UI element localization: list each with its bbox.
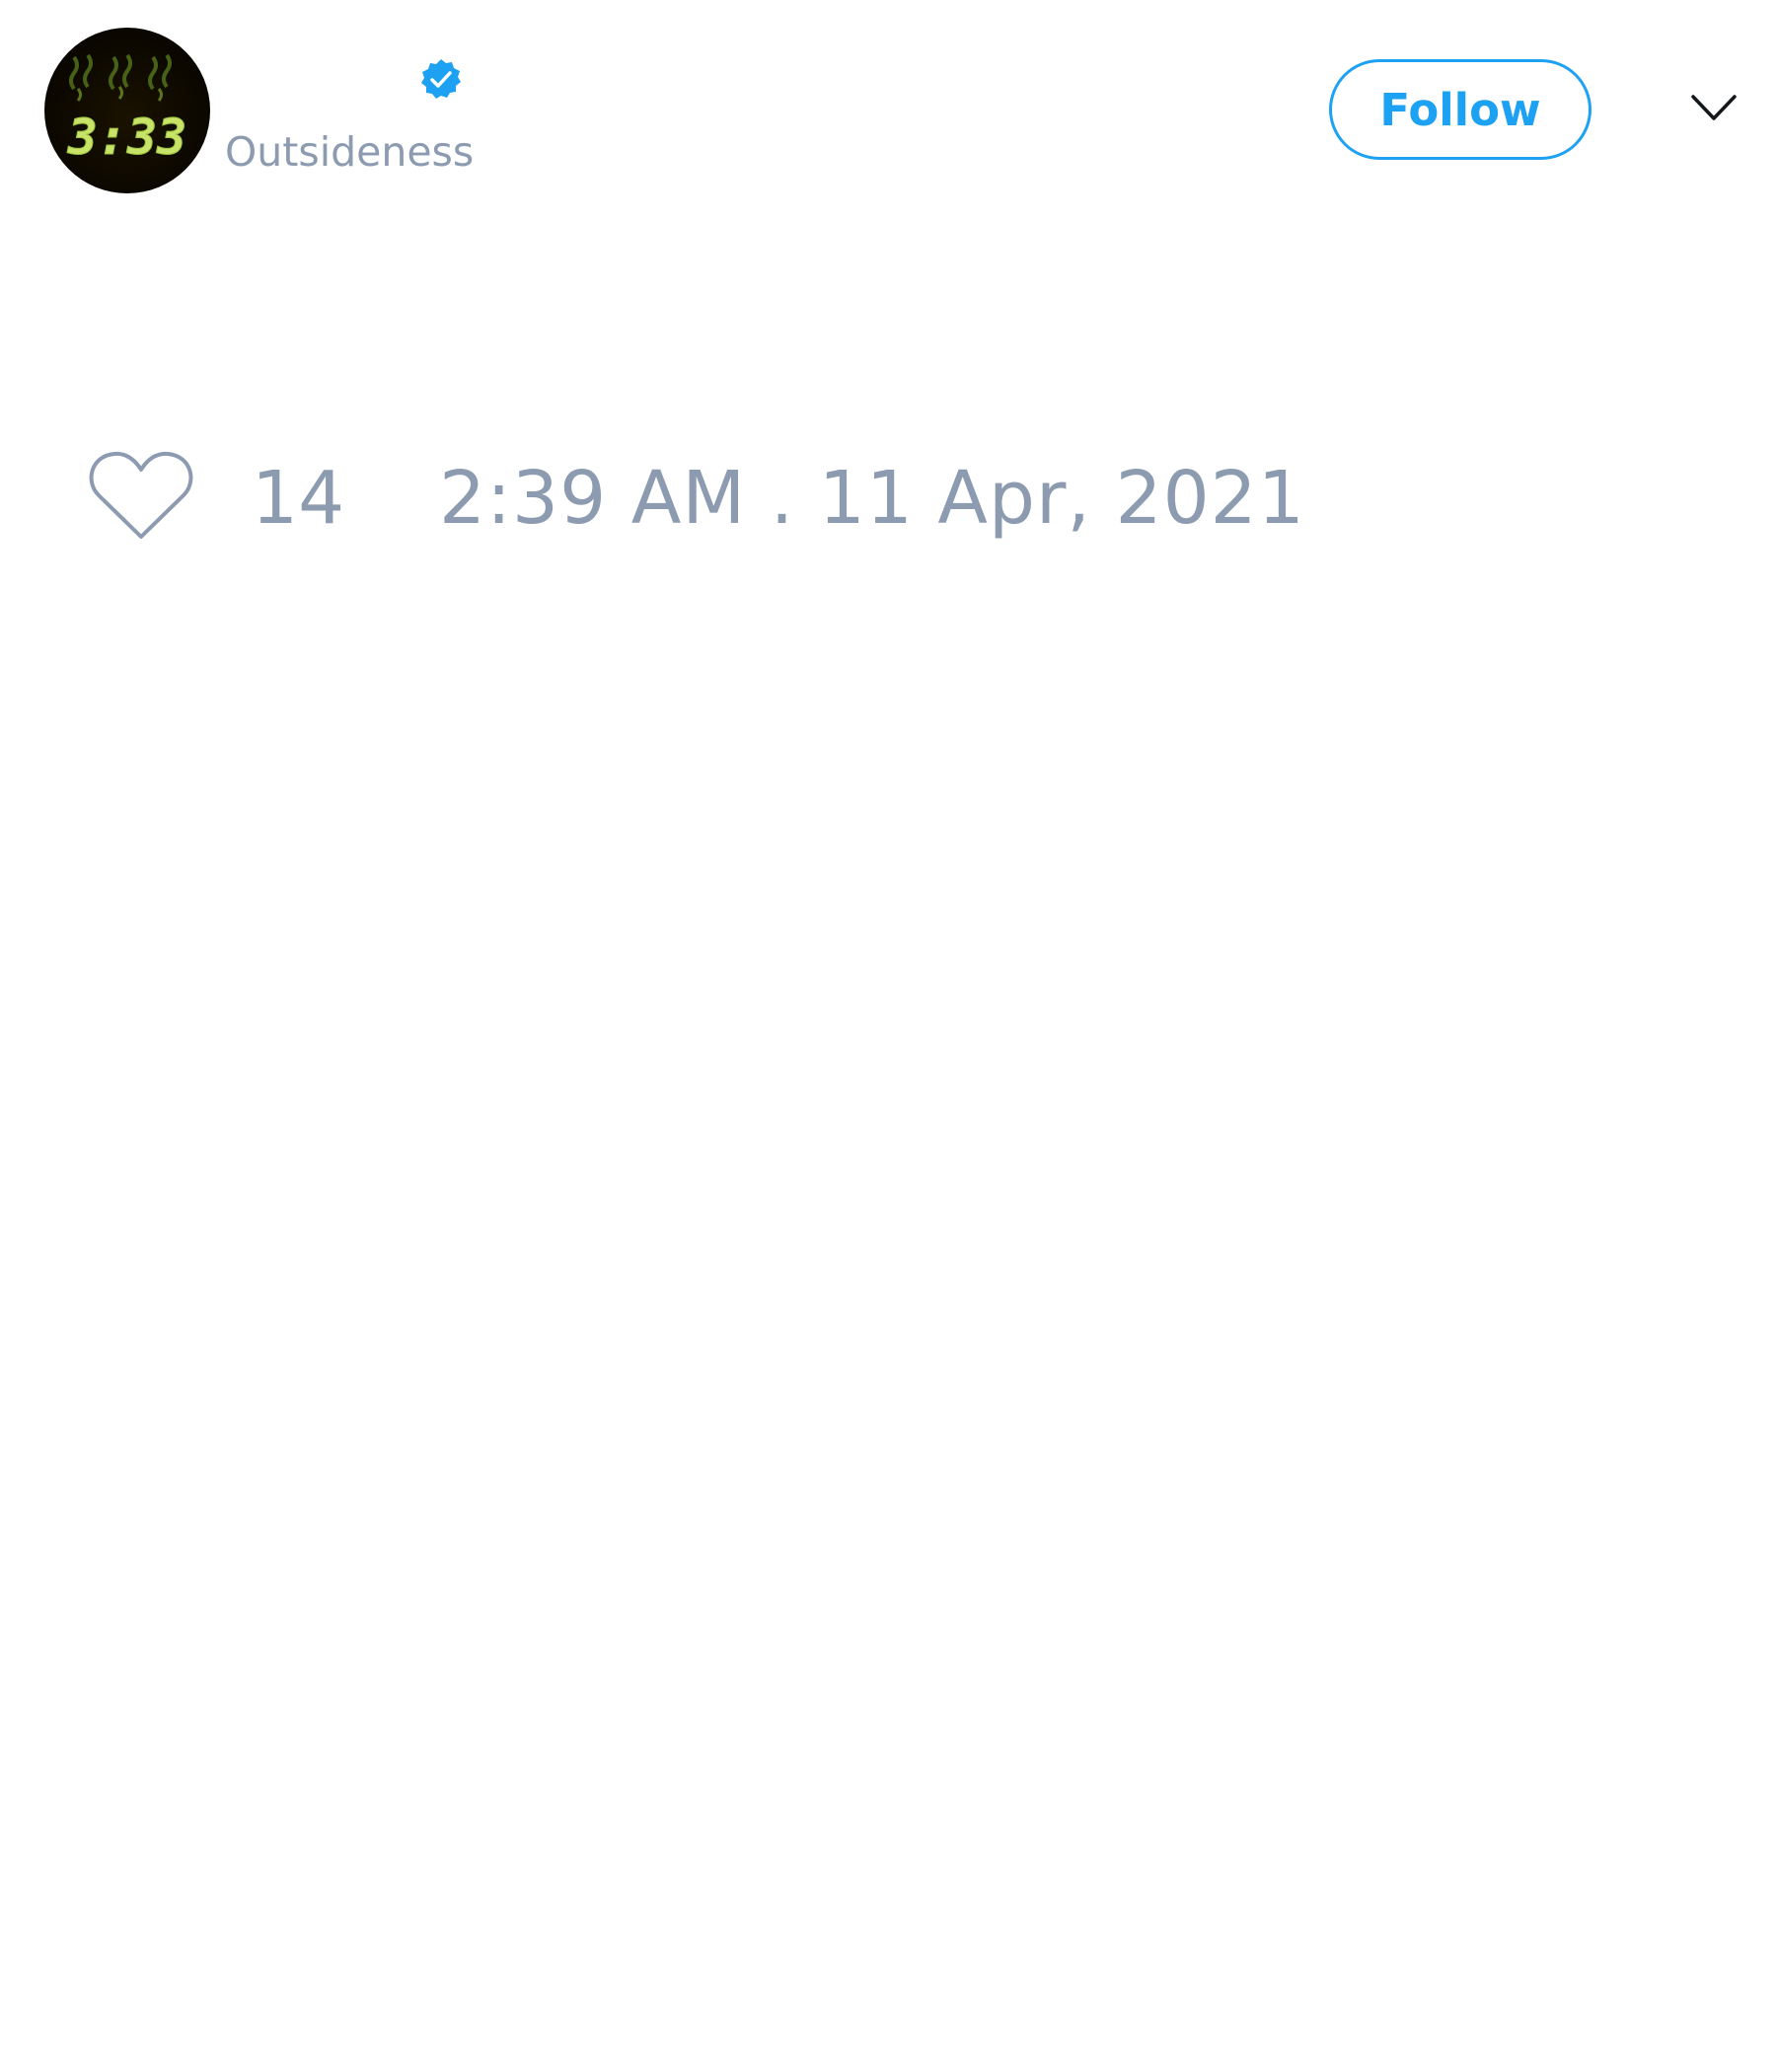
follow-button[interactable]: Follow <box>1329 59 1591 160</box>
heart-icon[interactable] <box>87 448 195 543</box>
tweet-header: 3:33 Outsideness Follow <box>0 0 1776 207</box>
verified-badge-icon <box>421 59 461 99</box>
chevron-down-icon[interactable] <box>1689 91 1739 126</box>
tweet-page: 3:33 Outsideness Follow 14 2:39 AM . 11 … <box>0 0 1776 2072</box>
tweet-stats: 14 2:39 AM . 11 Apr, 2021 <box>0 434 1776 553</box>
avatar-clock-text: 3:33 <box>67 109 186 166</box>
avatar[interactable]: 3:33 <box>44 28 210 193</box>
account-handle[interactable]: Outsideness <box>225 126 474 178</box>
like-count: 14 <box>252 456 345 541</box>
avatar-image: 3:33 <box>66 53 187 167</box>
tweet-timestamp[interactable]: 2:39 AM . 11 Apr, 2021 <box>439 454 1305 543</box>
